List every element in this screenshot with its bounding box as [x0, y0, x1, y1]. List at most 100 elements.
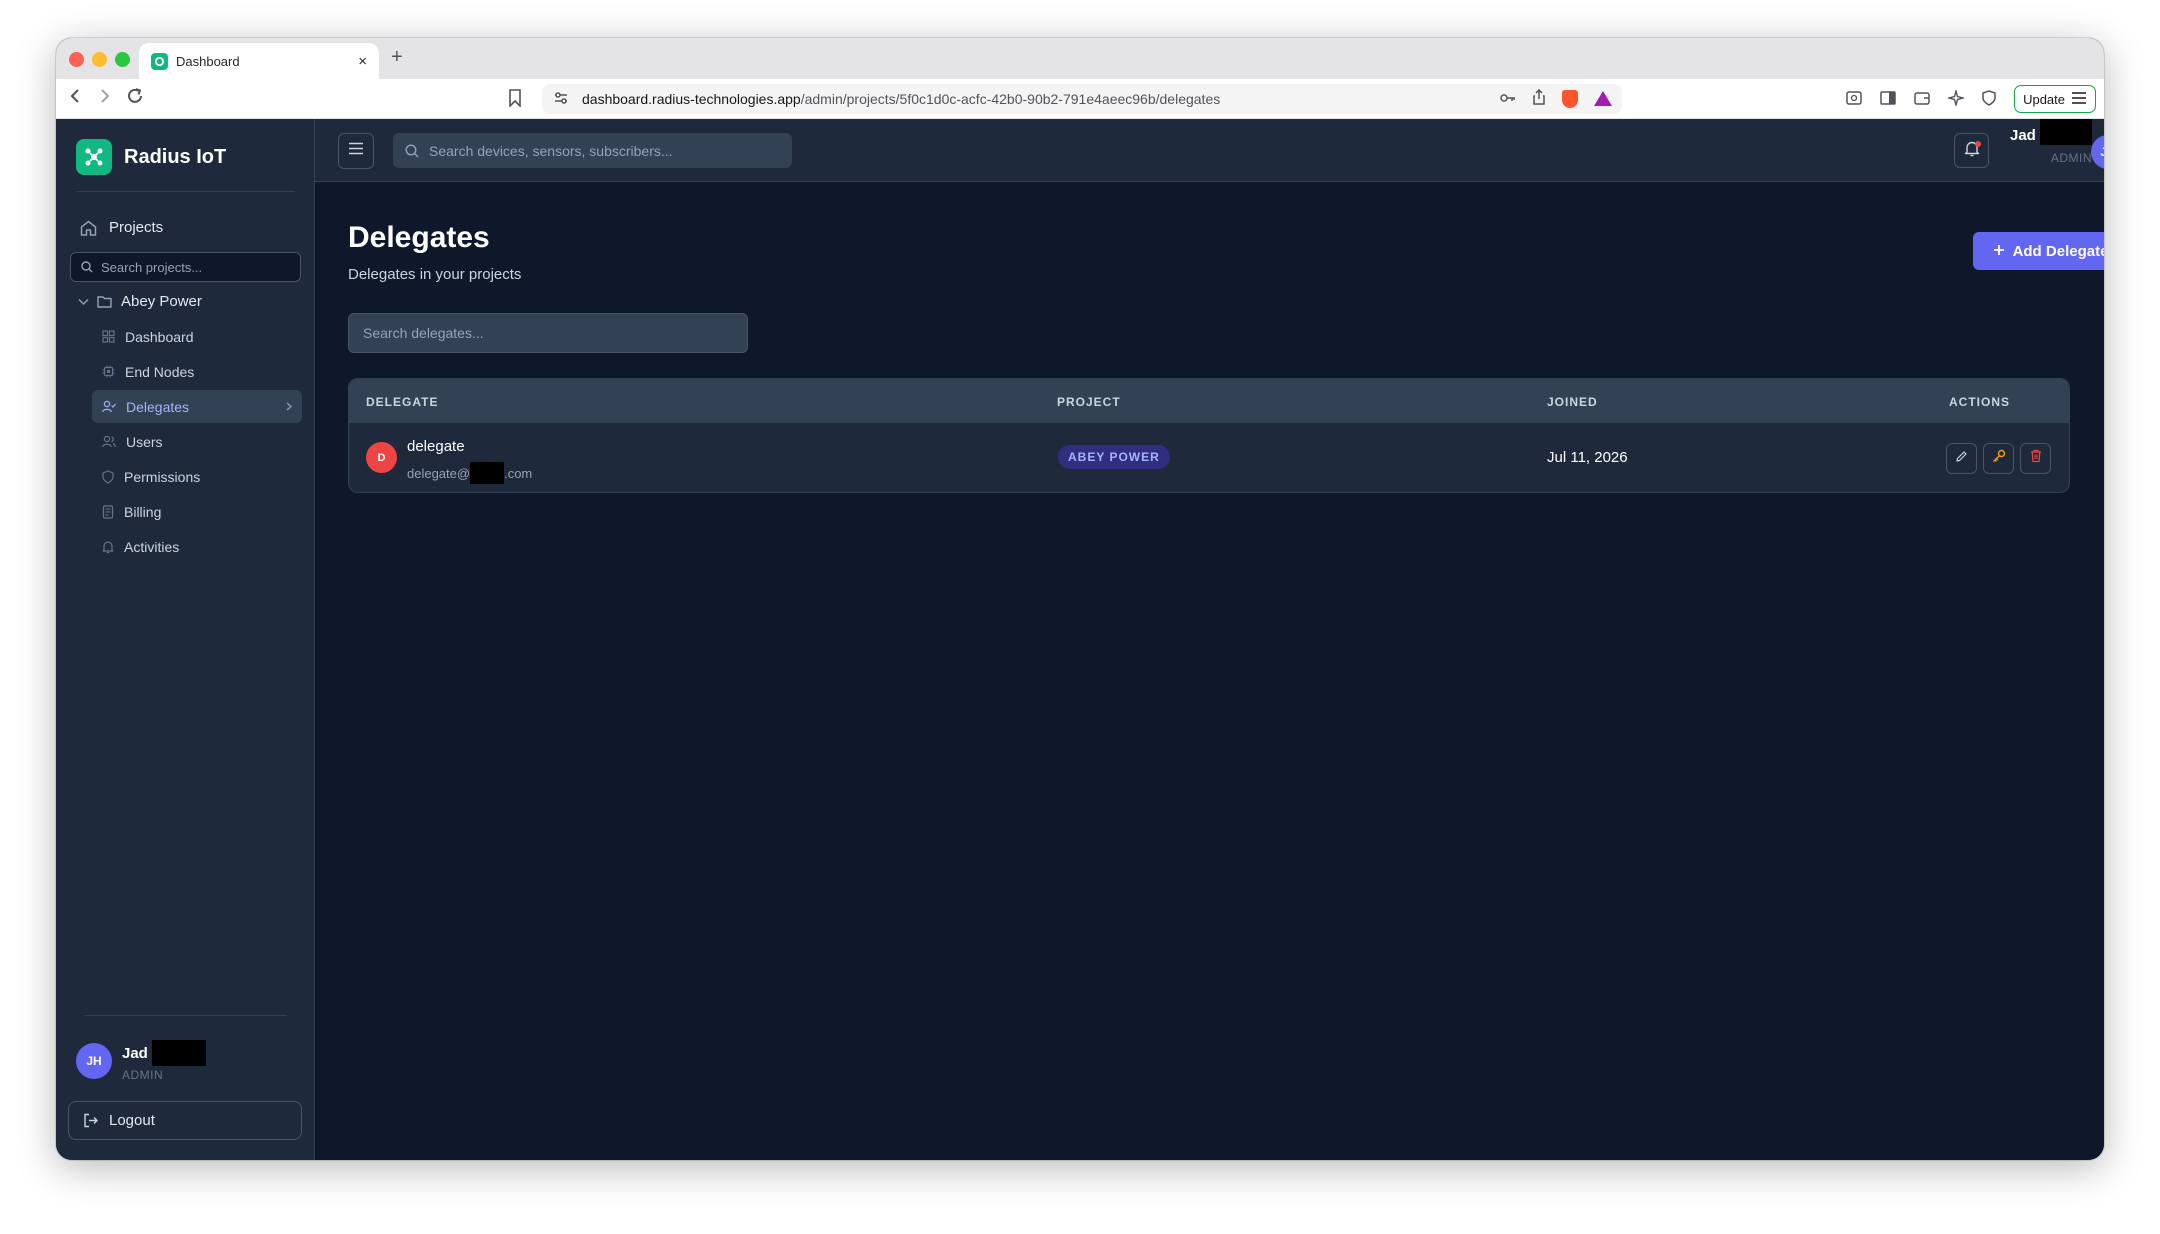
- sidebar-item-label: Users: [126, 433, 163, 450]
- reader-mode-icon[interactable]: [1846, 90, 1862, 108]
- delete-button[interactable]: [2020, 443, 2051, 474]
- wallet-icon[interactable]: [1914, 91, 1930, 108]
- brand[interactable]: Radius IoT: [76, 139, 226, 175]
- column-header-delegate[interactable]: DELEGATE: [366, 395, 438, 409]
- reset-key-button[interactable]: [1983, 443, 2014, 474]
- folder-open-icon: [97, 295, 113, 308]
- email-prefix: delegate@: [407, 465, 471, 481]
- sidebar-toggle-icon[interactable]: [1880, 90, 1896, 108]
- chevron-right-icon: [286, 399, 292, 414]
- key-icon[interactable]: [1500, 91, 1516, 107]
- pencil-icon: [1955, 450, 1968, 468]
- hamburger-icon: [348, 142, 364, 160]
- back-arrow-icon[interactable]: [68, 87, 82, 109]
- sidebar-user[interactable]: JH Jad ADMIN: [76, 1040, 206, 1082]
- column-header-joined[interactable]: JOINED: [1547, 395, 1598, 409]
- row-actions: [1946, 443, 2051, 474]
- sidebar-item-users[interactable]: Users: [92, 425, 302, 458]
- forward-arrow-icon[interactable]: [98, 87, 112, 109]
- project-tree-item[interactable]: Abey Power: [78, 293, 202, 310]
- sidebar-item-label: Delegates: [126, 398, 190, 415]
- home-icon: [80, 220, 97, 236]
- delegates-table: DELEGATE PROJECT JOINED ACTIONS D delega…: [348, 378, 2070, 493]
- top-bar: Jad ADMIN JH: [315, 119, 2104, 182]
- sidebar-item-end-nodes[interactable]: End Nodes: [92, 355, 302, 388]
- radius-logo-icon: [76, 139, 112, 175]
- brave-rewards-icon[interactable]: [1594, 91, 1612, 106]
- column-header-project[interactable]: PROJECT: [1057, 395, 1121, 409]
- sidebar-item-delegates[interactable]: Delegates: [92, 390, 302, 423]
- projects-label: Projects: [109, 219, 164, 236]
- project-badge: ABEY POWER: [1058, 445, 1170, 469]
- delegate-search-input[interactable]: [363, 325, 733, 341]
- sidebar-item-billing[interactable]: Billing: [92, 495, 302, 528]
- global-search: [393, 133, 792, 168]
- logout-button[interactable]: Logout: [68, 1101, 302, 1140]
- project-nav: Dashboard End Nodes Delegates Users Perm…: [92, 320, 302, 565]
- minimize-window-button[interactable]: [92, 52, 107, 67]
- redaction-block: [470, 462, 505, 484]
- vpn-shield-icon[interactable]: [1982, 89, 1996, 109]
- global-search-input[interactable]: [429, 142, 779, 159]
- browser-toolbar: dashboard.radius-technologies.app/admin/…: [56, 79, 2104, 119]
- brand-name: Radius IoT: [124, 145, 227, 168]
- page-title: Delegates: [348, 221, 490, 254]
- browser-tab[interactable]: Dashboard ×: [139, 43, 379, 79]
- menu-toggle-button[interactable]: [338, 133, 374, 169]
- tab-close-icon[interactable]: ×: [358, 53, 367, 70]
- sidebar-item-label: Permissions: [124, 468, 201, 485]
- user-name: Jad: [2010, 126, 2036, 144]
- avatar: JH: [76, 1043, 112, 1079]
- sidebar-item-permissions[interactable]: Permissions: [92, 460, 302, 493]
- chevron-down-icon[interactable]: [78, 298, 89, 306]
- table-row[interactable]: D delegate delegate@ .com ABEY POWER Jul …: [349, 423, 2069, 492]
- sidebar-item-label: End Nodes: [125, 363, 195, 380]
- app-root: Radius IoT Projects Search projects... A…: [56, 119, 2104, 1160]
- user-name-row: Jad: [2010, 119, 2092, 145]
- url-domain: dashboard.radius-technologies.app: [582, 91, 801, 107]
- logout-icon: [83, 1113, 99, 1128]
- leo-ai-icon[interactable]: [1946, 87, 1966, 109]
- email-suffix: .com: [504, 465, 533, 481]
- add-delegate-button[interactable]: Add Delegate: [1973, 232, 2104, 270]
- search-icon: [81, 261, 93, 273]
- site-settings-icon[interactable]: [554, 91, 568, 107]
- new-tab-button[interactable]: +: [391, 46, 403, 69]
- user-role: ADMIN: [2050, 151, 2092, 165]
- close-window-button[interactable]: [69, 52, 84, 67]
- receipt-icon: [102, 504, 114, 519]
- radius-favicon-icon: [151, 52, 168, 70]
- joined-date: Jul 11, 2026: [1547, 449, 1628, 466]
- add-delegate-label: Add Delegate: [2012, 242, 2104, 260]
- bookmark-icon[interactable]: [508, 89, 522, 108]
- notifications-button[interactable]: [1954, 133, 1989, 168]
- sidebar-item-projects[interactable]: Projects: [80, 219, 163, 236]
- share-icon[interactable]: [1532, 88, 1546, 108]
- project-name: Abey Power: [121, 293, 202, 310]
- topbar-user[interactable]: Jad ADMIN: [2010, 119, 2092, 165]
- tab-title: Dashboard: [176, 53, 240, 69]
- main-content: Jad ADMIN JH Delegates Delegates in your…: [315, 119, 2104, 1160]
- project-search-input[interactable]: [101, 259, 290, 275]
- maximize-window-button[interactable]: [115, 52, 130, 67]
- sidebar-item-label: Dashboard: [125, 328, 194, 345]
- reload-icon[interactable]: [126, 87, 144, 110]
- brave-shields-icon[interactable]: [1562, 89, 1578, 108]
- sidebar: Radius IoT Projects Search projects... A…: [56, 119, 315, 1160]
- sidebar-item-dashboard[interactable]: Dashboard: [92, 320, 302, 353]
- delegate-email: delegate@ .com: [407, 462, 532, 484]
- url-path: /admin/projects/5f0c1d0c-acfc-42b0-90b2-…: [800, 91, 1221, 107]
- redaction-block: [151, 1040, 206, 1066]
- bell-icon: [102, 540, 114, 554]
- shield-icon: [102, 469, 114, 484]
- key-icon: [1992, 449, 2006, 468]
- update-button[interactable]: Update: [2014, 85, 2096, 113]
- address-bar[interactable]: dashboard.radius-technologies.app/admin/…: [542, 84, 1622, 114]
- column-header-actions: ACTIONS: [1949, 395, 2010, 409]
- edit-button[interactable]: [1946, 443, 1977, 474]
- sidebar-item-activities[interactable]: Activities: [92, 530, 302, 563]
- sidebar-item-label: Billing: [124, 503, 162, 520]
- avatar[interactable]: JH: [2091, 135, 2104, 169]
- sidebar-item-label: Activities: [124, 538, 180, 555]
- grid-icon: [102, 330, 115, 343]
